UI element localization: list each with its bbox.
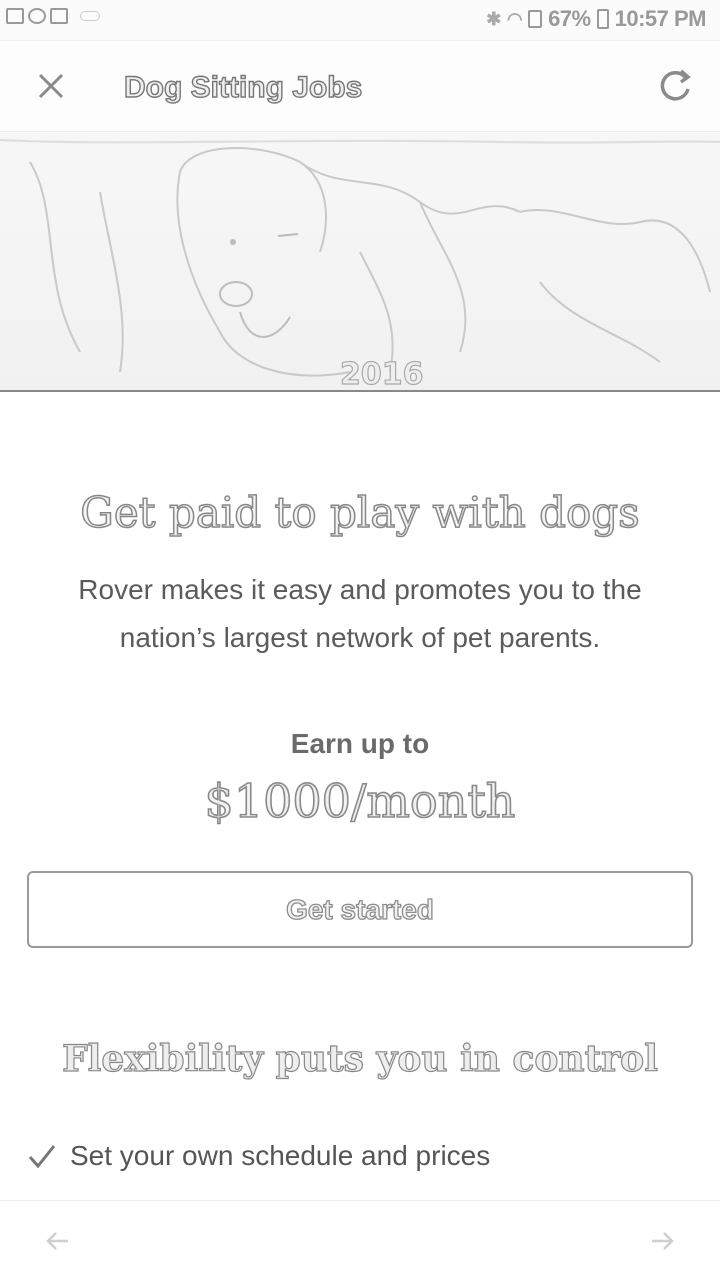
clock: 10:57 PM — [614, 6, 707, 31]
hero-image: 2016 — [0, 132, 720, 392]
hero-sign-text: 2016 — [340, 357, 424, 390]
app-bar: Dog Sitting Jobs — [0, 41, 720, 132]
close-icon — [38, 73, 64, 99]
system-status: ✱ ◠ 67% 10:57 PM — [486, 6, 706, 32]
description-text: Rover makes it easy and promotes you to … — [78, 574, 642, 653]
forward-button[interactable] — [644, 1223, 680, 1259]
signal-icon — [528, 10, 543, 28]
check-icon — [28, 1145, 56, 1169]
close-button[interactable] — [28, 63, 74, 109]
earn-amount: $1000/month — [204, 773, 516, 829]
bluetooth-icon: ✱ — [486, 8, 501, 29]
voicemail-icon — [80, 11, 100, 21]
mail-notification-icon — [50, 8, 68, 24]
earn-label: Earn up to — [290, 728, 430, 759]
arrow-left-icon — [46, 1232, 68, 1250]
checklist-item: Set your own schedule and prices — [26, 1140, 490, 1172]
wifi-icon: ◠ — [506, 8, 523, 29]
status-bar: ✱ ◠ 67% 10:57 PM — [0, 0, 720, 41]
headline: Get paid to play with dogs — [80, 487, 641, 538]
dog-photo: 2016 — [0, 139, 720, 390]
image-notification-icon — [6, 8, 24, 24]
pinwheel-notification-icon — [28, 8, 46, 24]
battery-percent: 67% — [548, 6, 591, 31]
notification-icons — [6, 8, 100, 24]
refresh-icon — [660, 69, 691, 101]
arrow-right-icon — [652, 1232, 674, 1250]
battery-icon — [596, 9, 609, 29]
bottom-navigation — [0, 1200, 720, 1281]
back-button[interactable] — [40, 1223, 76, 1259]
get-started-button[interactable]: Get started — [27, 871, 693, 948]
app-title: Dog Sitting Jobs — [123, 70, 363, 104]
section-title: Flexibility puts you in control — [62, 1037, 659, 1080]
refresh-button[interactable] — [654, 65, 696, 107]
checklist-item-label: Set your own schedule and prices — [70, 1140, 491, 1171]
